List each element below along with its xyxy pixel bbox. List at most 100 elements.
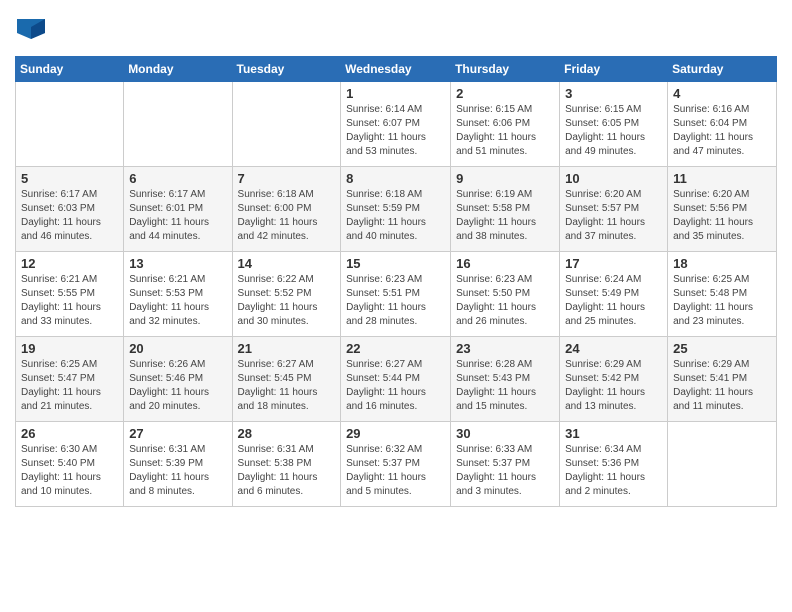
day-number: 23 (456, 341, 554, 356)
week-row-4: 26 Sunrise: 6:30 AM Sunset: 5:40 PM Dayli… (16, 421, 777, 506)
day-info: Sunrise: 6:24 AM Sunset: 5:49 PM Dayligh… (565, 273, 662, 329)
calendar-cell: 5 Sunrise: 6:17 AM Sunset: 6:03 PM Daylig… (16, 166, 124, 251)
calendar-cell: 7 Sunrise: 6:18 AM Sunset: 6:00 PM Daylig… (232, 166, 341, 251)
day-info: Sunrise: 6:28 AM Sunset: 5:43 PM Dayligh… (456, 358, 554, 414)
calendar-cell: 14Sunrise: 6:22 AM Sunset: 5:52 PM Dayli… (232, 251, 341, 336)
weekday-header-friday: Friday (560, 56, 668, 81)
calendar-cell: 22 Sunrise: 6:27 AM Sunset: 5:44 PM Dayli… (341, 336, 451, 421)
day-number: 21 (238, 341, 336, 356)
calendar-cell: 1 Sunrise: 6:14 AM Sunset: 6:07 PM Daylig… (341, 81, 451, 166)
day-info: Sunrise: 6:22 AM Sunset: 5:52 PM Dayligh… (238, 273, 336, 329)
logo-text (15, 15, 45, 48)
calendar-cell: 27 Sunrise: 6:31 AM Sunset: 5:39 PM Dayli… (124, 421, 232, 506)
day-info: Sunrise: 6:23 AM Sunset: 5:50 PM Dayligh… (456, 273, 554, 329)
page-container: SundayMondayTuesdayWednesdayThursdayFrid… (0, 0, 792, 517)
day-info: Sunrise: 6:17 AM Sunset: 6:03 PM Dayligh… (21, 188, 118, 244)
calendar-cell: 31 Sunrise: 6:34 AM Sunset: 5:36 PM Dayli… (560, 421, 668, 506)
day-number: 19 (21, 341, 118, 356)
day-info: Sunrise: 6:27 AM Sunset: 5:44 PM Dayligh… (346, 358, 445, 414)
day-number: 4 (673, 86, 771, 101)
calendar-cell (232, 81, 341, 166)
day-number: 2 (456, 86, 554, 101)
calendar-cell (668, 421, 777, 506)
weekday-header-saturday: Saturday (668, 56, 777, 81)
day-info: Sunrise: 6:18 AM Sunset: 6:00 PM Dayligh… (238, 188, 336, 244)
day-number: 18 (673, 256, 771, 271)
day-number: 11 (673, 171, 771, 186)
calendar-cell: 29 Sunrise: 6:32 AM Sunset: 5:37 PM Dayli… (341, 421, 451, 506)
calendar-cell: 19 Sunrise: 6:25 AM Sunset: 5:47 PM Dayli… (16, 336, 124, 421)
day-info: Sunrise: 6:19 AM Sunset: 5:58 PM Dayligh… (456, 188, 554, 244)
day-number: 3 (565, 86, 662, 101)
day-number: 22 (346, 341, 445, 356)
day-number: 15 (346, 256, 445, 271)
day-info: Sunrise: 6:25 AM Sunset: 5:47 PM Dayligh… (21, 358, 118, 414)
calendar-cell: 26 Sunrise: 6:30 AM Sunset: 5:40 PM Dayli… (16, 421, 124, 506)
day-info: Sunrise: 6:21 AM Sunset: 5:55 PM Dayligh… (21, 273, 118, 329)
calendar-cell: 13 Sunrise: 6:21 AM Sunset: 5:53 PM Dayli… (124, 251, 232, 336)
weekday-header-sunday: Sunday (16, 56, 124, 81)
weekday-header-monday: Monday (124, 56, 232, 81)
calendar-cell: 20 Sunrise: 6:26 AM Sunset: 5:46 PM Dayli… (124, 336, 232, 421)
calendar-cell: 17 Sunrise: 6:24 AM Sunset: 5:49 PM Dayli… (560, 251, 668, 336)
day-number: 31 (565, 426, 662, 441)
calendar-cell: 4 Sunrise: 6:16 AM Sunset: 6:04 PM Daylig… (668, 81, 777, 166)
weekday-header-wednesday: Wednesday (341, 56, 451, 81)
logo-icon (17, 15, 45, 43)
day-info: Sunrise: 6:27 AM Sunset: 5:45 PM Dayligh… (238, 358, 336, 414)
day-info: Sunrise: 6:33 AM Sunset: 5:37 PM Dayligh… (456, 443, 554, 499)
day-info: Sunrise: 6:18 AM Sunset: 5:59 PM Dayligh… (346, 188, 445, 244)
day-info: Sunrise: 6:32 AM Sunset: 5:37 PM Dayligh… (346, 443, 445, 499)
day-info: Sunrise: 6:21 AM Sunset: 5:53 PM Dayligh… (129, 273, 226, 329)
weekday-header-row: SundayMondayTuesdayWednesdayThursdayFrid… (16, 56, 777, 81)
day-number: 26 (21, 426, 118, 441)
day-number: 16 (456, 256, 554, 271)
day-number: 13 (129, 256, 226, 271)
day-number: 6 (129, 171, 226, 186)
day-info: Sunrise: 6:31 AM Sunset: 5:39 PM Dayligh… (129, 443, 226, 499)
weekday-header-tuesday: Tuesday (232, 56, 341, 81)
day-info: Sunrise: 6:16 AM Sunset: 6:04 PM Dayligh… (673, 103, 771, 159)
day-info: Sunrise: 6:29 AM Sunset: 5:41 PM Dayligh… (673, 358, 771, 414)
day-info: Sunrise: 6:15 AM Sunset: 6:06 PM Dayligh… (456, 103, 554, 159)
calendar-cell: 21 Sunrise: 6:27 AM Sunset: 5:45 PM Dayli… (232, 336, 341, 421)
day-number: 29 (346, 426, 445, 441)
day-number: 17 (565, 256, 662, 271)
logo (15, 15, 45, 48)
week-row-1: 5 Sunrise: 6:17 AM Sunset: 6:03 PM Daylig… (16, 166, 777, 251)
calendar-cell: 8 Sunrise: 6:18 AM Sunset: 5:59 PM Daylig… (341, 166, 451, 251)
day-number: 30 (456, 426, 554, 441)
calendar-cell: 23 Sunrise: 6:28 AM Sunset: 5:43 PM Dayli… (451, 336, 560, 421)
calendar-cell: 16 Sunrise: 6:23 AM Sunset: 5:50 PM Dayli… (451, 251, 560, 336)
day-number: 8 (346, 171, 445, 186)
day-number: 5 (21, 171, 118, 186)
day-info: Sunrise: 6:20 AM Sunset: 5:56 PM Dayligh… (673, 188, 771, 244)
day-info: Sunrise: 6:30 AM Sunset: 5:40 PM Dayligh… (21, 443, 118, 499)
day-info: Sunrise: 6:25 AM Sunset: 5:48 PM Dayligh… (673, 273, 771, 329)
calendar-cell (16, 81, 124, 166)
calendar-cell: 6 Sunrise: 6:17 AM Sunset: 6:01 PM Daylig… (124, 166, 232, 251)
day-info: Sunrise: 6:15 AM Sunset: 6:05 PM Dayligh… (565, 103, 662, 159)
calendar-cell: 2 Sunrise: 6:15 AM Sunset: 6:06 PM Daylig… (451, 81, 560, 166)
day-info: Sunrise: 6:23 AM Sunset: 5:51 PM Dayligh… (346, 273, 445, 329)
day-number: 7 (238, 171, 336, 186)
week-row-3: 19 Sunrise: 6:25 AM Sunset: 5:47 PM Dayli… (16, 336, 777, 421)
day-number: 10 (565, 171, 662, 186)
header (15, 10, 777, 48)
calendar-cell: 18 Sunrise: 6:25 AM Sunset: 5:48 PM Dayli… (668, 251, 777, 336)
calendar-cell: 11 Sunrise: 6:20 AM Sunset: 5:56 PM Dayli… (668, 166, 777, 251)
day-info: Sunrise: 6:14 AM Sunset: 6:07 PM Dayligh… (346, 103, 445, 159)
day-info: Sunrise: 6:34 AM Sunset: 5:36 PM Dayligh… (565, 443, 662, 499)
calendar-cell: 9Sunrise: 6:19 AM Sunset: 5:58 PM Daylig… (451, 166, 560, 251)
day-number: 20 (129, 341, 226, 356)
day-number: 1 (346, 86, 445, 101)
day-info: Sunrise: 6:29 AM Sunset: 5:42 PM Dayligh… (565, 358, 662, 414)
week-row-2: 12 Sunrise: 6:21 AM Sunset: 5:55 PM Dayli… (16, 251, 777, 336)
week-row-0: 1 Sunrise: 6:14 AM Sunset: 6:07 PM Daylig… (16, 81, 777, 166)
day-number: 12 (21, 256, 118, 271)
weekday-header-thursday: Thursday (451, 56, 560, 81)
calendar-cell: 24Sunrise: 6:29 AM Sunset: 5:42 PM Dayli… (560, 336, 668, 421)
day-info: Sunrise: 6:17 AM Sunset: 6:01 PM Dayligh… (129, 188, 226, 244)
day-info: Sunrise: 6:26 AM Sunset: 5:46 PM Dayligh… (129, 358, 226, 414)
day-number: 27 (129, 426, 226, 441)
